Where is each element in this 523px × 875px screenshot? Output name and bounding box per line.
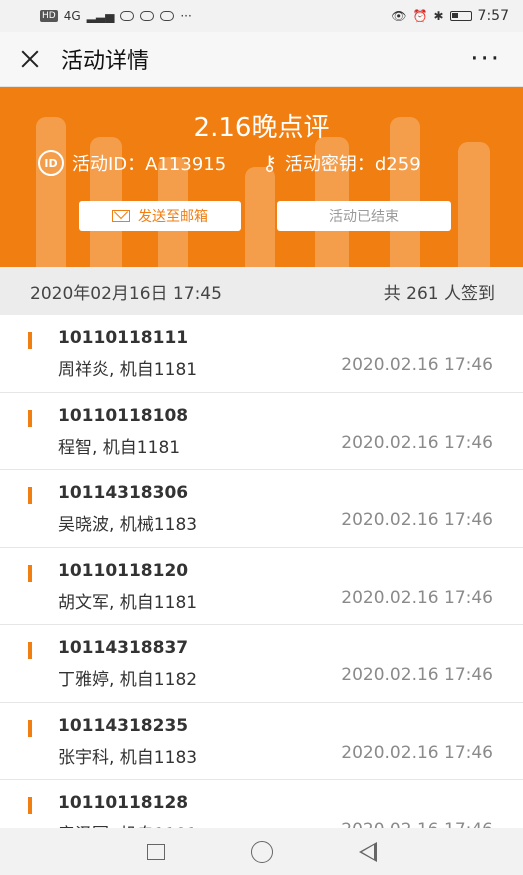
- status-left: HD 4G ▂▃▅ ···: [40, 9, 192, 23]
- student-name-class: 吴晓波, 机械1183: [58, 515, 198, 535]
- student-id: 10110118128: [58, 793, 189, 813]
- home-icon[interactable]: [250, 840, 273, 863]
- student-id: 10110118120: [58, 560, 189, 581]
- bluetooth-icon: ✱: [433, 9, 444, 23]
- send-to-email-button[interactable]: 发送至邮箱: [79, 201, 241, 231]
- row-marker: [28, 719, 32, 737]
- close-icon[interactable]: [15, 44, 45, 74]
- banner-actions: 发送至邮箱 活动已结束: [79, 201, 451, 231]
- row-marker: [28, 642, 32, 659]
- checkin-time: 2020.02.16 17:46: [341, 432, 493, 453]
- key-icon: ⚷: [262, 151, 277, 175]
- row-marker: [28, 797, 32, 814]
- activity-id: 活动ID：A113915: [72, 154, 227, 175]
- activity-ended-label: 活动已结束: [329, 208, 399, 224]
- status-bar: HD 4G ▂▃▅ ··· 👁 ⏰ ✱ 7:57: [0, 0, 523, 32]
- eye-icon: 👁: [391, 9, 407, 23]
- alarm-icon: ⏰: [412, 9, 428, 23]
- more-options-button[interactable]: ···: [470, 46, 501, 72]
- row-marker: [28, 564, 32, 582]
- network-label: 4G: [63, 9, 81, 23]
- list-item[interactable]: 10110118128 章泽圆, 机自1181 2020.02.16 17:46: [0, 780, 523, 828]
- page-title: 活动详情: [61, 49, 150, 74]
- title-bar: 活动详情 ···: [0, 32, 523, 87]
- checkin-count: 共 261 人签到: [383, 283, 495, 304]
- more-notifications-icon: ···: [180, 9, 192, 23]
- activity-banner: 2.16晚点评 ID 活动ID：A113915 ⚷ 活动密钥：d259 发送至邮…: [0, 87, 523, 267]
- student-name-class: 张宇科, 机自1183: [58, 747, 198, 768]
- hd-icon: HD: [40, 10, 58, 22]
- signal-icon: ▂▃▅: [86, 9, 115, 23]
- student-name-class: 周祥炎, 机自1181: [58, 360, 198, 380]
- status-time: 7:57: [477, 8, 509, 24]
- student-name-class: 程智, 机自1181: [58, 437, 181, 458]
- student-name-class: 章泽圆, 机自1181: [58, 820, 197, 828]
- app-notification-icon: [160, 11, 175, 21]
- checkin-summary: 2020年02月16日 17:45 共 261 人签到: [0, 267, 523, 315]
- student-name-class: 胡文军, 机自1181: [58, 592, 198, 613]
- activity-key: 活动密钥：d259: [284, 154, 421, 175]
- status-right: 👁 ⏰ ✱ 7:57: [391, 8, 509, 24]
- activity-ended-button: 活动已结束: [277, 201, 451, 231]
- list-item[interactable]: 10114318306 吴晓波, 机械1183 2020.02.16 17:46: [0, 470, 523, 548]
- list-item[interactable]: 10110118108 程智, 机自1181 2020.02.16 17:46: [0, 393, 523, 470]
- student-id: 10110118111: [58, 328, 189, 348]
- row-marker: [28, 409, 32, 427]
- checkin-time: 2020.02.16 17:46: [341, 510, 493, 530]
- mail-icon: [112, 210, 130, 222]
- id-icon: ID: [38, 150, 64, 176]
- row-marker: [28, 487, 32, 504]
- list-item[interactable]: 10114318837 丁雅婷, 机自1182 2020.02.16 17:46: [0, 625, 523, 703]
- system-nav-bar: [0, 828, 523, 875]
- send-to-email-label: 发送至邮箱: [138, 208, 208, 224]
- app-notification-icon: [140, 11, 155, 21]
- student-id: 10114318235: [58, 715, 189, 736]
- activity-date: 2020年02月16日 17:45: [30, 283, 222, 304]
- list-item[interactable]: 10110118120 胡文军, 机自1181 2020.02.16 17:46: [0, 548, 523, 625]
- checkin-time: 2020.02.16 17:46: [341, 587, 493, 608]
- decorative-hand: [458, 142, 490, 267]
- checkin-time: 2020.02.16 17:46: [341, 665, 493, 685]
- student-id: 10110118108: [58, 405, 189, 426]
- activity-title: 2.16晚点评: [193, 113, 330, 143]
- list-item[interactable]: 10114318235 张宇科, 机自1183 2020.02.16 17:46: [0, 703, 523, 780]
- checkin-time: 2020.02.16 17:46: [341, 820, 493, 828]
- activity-meta: ID 活动ID：A113915 ⚷ 活动密钥：d259: [38, 150, 421, 176]
- student-id: 10114318306: [58, 483, 189, 503]
- checkin-list[interactable]: 10110118111 周祥炎, 机自1181 2020.02.16 17:46…: [0, 315, 523, 828]
- checkin-time: 2020.02.16 17:46: [341, 355, 493, 375]
- row-marker: [28, 332, 32, 349]
- app-notification-icon: [120, 11, 135, 21]
- recent-apps-icon[interactable]: [146, 843, 165, 860]
- student-id: 10114318837: [58, 638, 189, 658]
- student-name-class: 丁雅婷, 机自1182: [58, 670, 198, 690]
- checkin-time: 2020.02.16 17:46: [341, 742, 493, 763]
- list-item[interactable]: 10110118111 周祥炎, 机自1181 2020.02.16 17:46: [0, 315, 523, 393]
- battery-icon: [449, 11, 472, 21]
- back-icon[interactable]: [358, 841, 377, 862]
